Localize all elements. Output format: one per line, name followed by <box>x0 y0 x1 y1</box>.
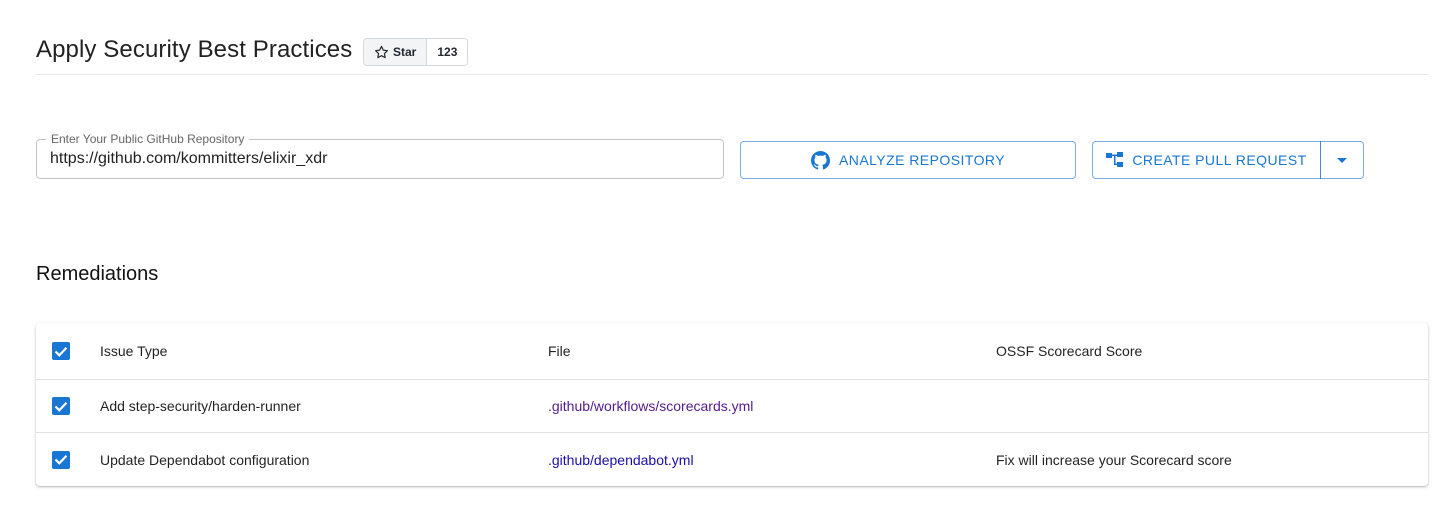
file-link[interactable]: .github/dependabot.yml <box>548 452 694 468</box>
file-cell: .github/workflows/scorecards.yml <box>548 380 753 432</box>
table-header-row: Issue Type File OSSF Scorecard Score <box>36 323 1428 380</box>
create-pull-request-button[interactable]: CREATE PULL REQUEST <box>1092 141 1321 179</box>
file-link[interactable]: .github/workflows/scorecards.yml <box>548 398 753 414</box>
checkmark-icon <box>54 346 68 357</box>
repository-input[interactable] <box>50 140 710 178</box>
star-button-label: Star <box>393 45 417 59</box>
issue-type-cell: Update Dependabot configuration <box>100 451 310 468</box>
column-header-file: File <box>548 343 571 359</box>
github-star-widget: Star 123 <box>363 38 469 66</box>
table-row: Add step-security/harden-runner .github/… <box>36 380 1428 433</box>
page-title: Apply Security Best Practices <box>36 36 353 63</box>
repository-field: Enter Your Public GitHub Repository <box>36 132 724 179</box>
caret-down-icon <box>1337 157 1347 163</box>
remediations-table: Issue Type File OSSF Scorecard Score Add… <box>36 323 1428 486</box>
select-all-checkbox[interactable] <box>52 342 70 360</box>
row-checkbox[interactable] <box>52 397 70 415</box>
analyze-repository-button[interactable]: ANALYZE REPOSITORY <box>740 141 1076 179</box>
analyze-repository-label: ANALYZE REPOSITORY <box>838 152 1006 168</box>
scorecard-score-cell: Fix will increase your Scorecard score <box>996 451 1232 468</box>
checkmark-icon <box>54 401 68 412</box>
row-checkbox[interactable] <box>52 450 70 469</box>
star-count[interactable]: 123 <box>427 39 468 65</box>
issue-type-cell: Add step-security/harden-runner <box>100 398 301 414</box>
column-header-issue-type: Issue Type <box>100 343 168 359</box>
table-row: Update Dependabot configuration .github/… <box>36 433 1428 486</box>
checkmark-icon <box>54 455 68 465</box>
remediations-title: Remediations <box>36 263 159 285</box>
column-header-scorecard-score: OSSF Scorecard Score <box>996 343 1143 359</box>
star-button[interactable]: Star <box>364 39 428 65</box>
page-header: Apply Security Best Practices Star 123 <box>36 30 1428 75</box>
pull-request-icon <box>1106 152 1124 167</box>
create-pull-request-label: CREATE PULL REQUEST <box>1132 152 1307 168</box>
create-pr-split-button: CREATE PULL REQUEST <box>1092 141 1364 179</box>
file-cell: .github/dependabot.yml <box>548 433 694 486</box>
star-outline-icon <box>374 45 389 58</box>
create-pr-dropdown-button[interactable] <box>1321 141 1364 179</box>
github-icon <box>810 150 830 170</box>
